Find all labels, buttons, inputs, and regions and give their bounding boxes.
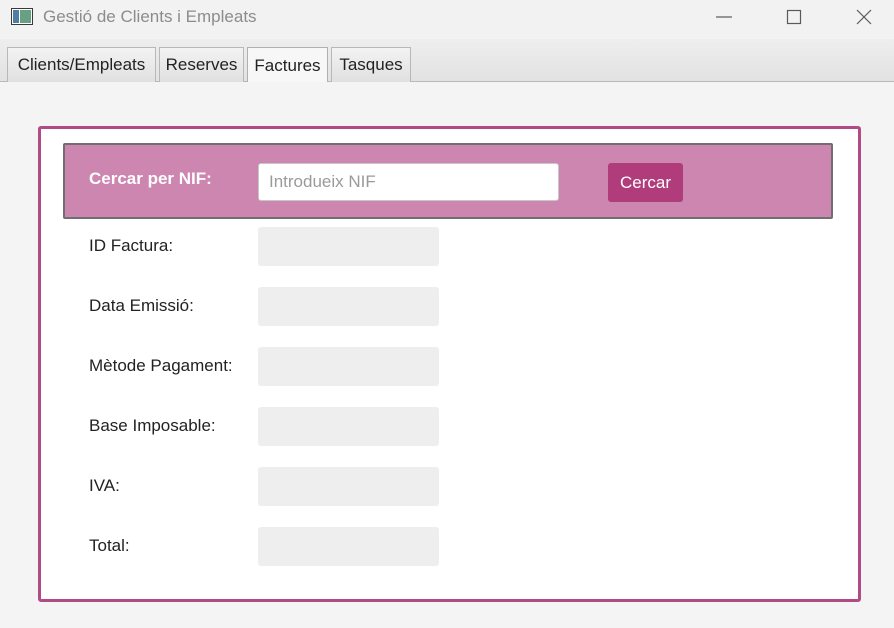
tab-reserves[interactable]: Reserves bbox=[159, 47, 244, 82]
issue-date-field[interactable] bbox=[258, 287, 439, 326]
total-field[interactable] bbox=[258, 527, 439, 566]
maximize-icon bbox=[786, 9, 802, 25]
tab-clients-empleats[interactable]: Clients/Empleats bbox=[7, 47, 156, 82]
minimize-button[interactable] bbox=[701, 0, 747, 34]
vat-field[interactable] bbox=[258, 467, 439, 506]
total-label: Total: bbox=[89, 536, 130, 555]
minimize-icon bbox=[716, 16, 732, 18]
invoice-id-field[interactable] bbox=[258, 227, 439, 266]
nif-search-input[interactable] bbox=[258, 163, 559, 201]
maximize-button[interactable] bbox=[771, 0, 817, 34]
tax-base-field[interactable] bbox=[258, 407, 439, 446]
close-button[interactable] bbox=[841, 0, 887, 34]
vat-label: IVA: bbox=[89, 476, 120, 495]
tab-bar: Clients/Empleats Reserves Factures Tasqu… bbox=[0, 39, 894, 83]
search-label: Cercar per NIF: bbox=[89, 169, 212, 188]
invoice-id-label: ID Factura: bbox=[89, 236, 174, 255]
payment-method-field[interactable] bbox=[258, 347, 439, 386]
search-button[interactable]: Cercar bbox=[608, 163, 683, 202]
window-title-bar: Gestió de Clients i Empleats bbox=[0, 0, 894, 38]
tax-base-label: Base Imposable: bbox=[89, 416, 216, 435]
window-title: Gestió de Clients i Empleats bbox=[43, 7, 257, 26]
tab-factures[interactable]: Factures bbox=[247, 47, 328, 83]
app-window-icon bbox=[11, 8, 33, 25]
payment-method-label: Mètode Pagament: bbox=[89, 356, 233, 375]
close-icon bbox=[856, 9, 872, 25]
tab-tasques[interactable]: Tasques bbox=[331, 47, 411, 82]
issue-date-label: Data Emissió: bbox=[89, 296, 194, 315]
